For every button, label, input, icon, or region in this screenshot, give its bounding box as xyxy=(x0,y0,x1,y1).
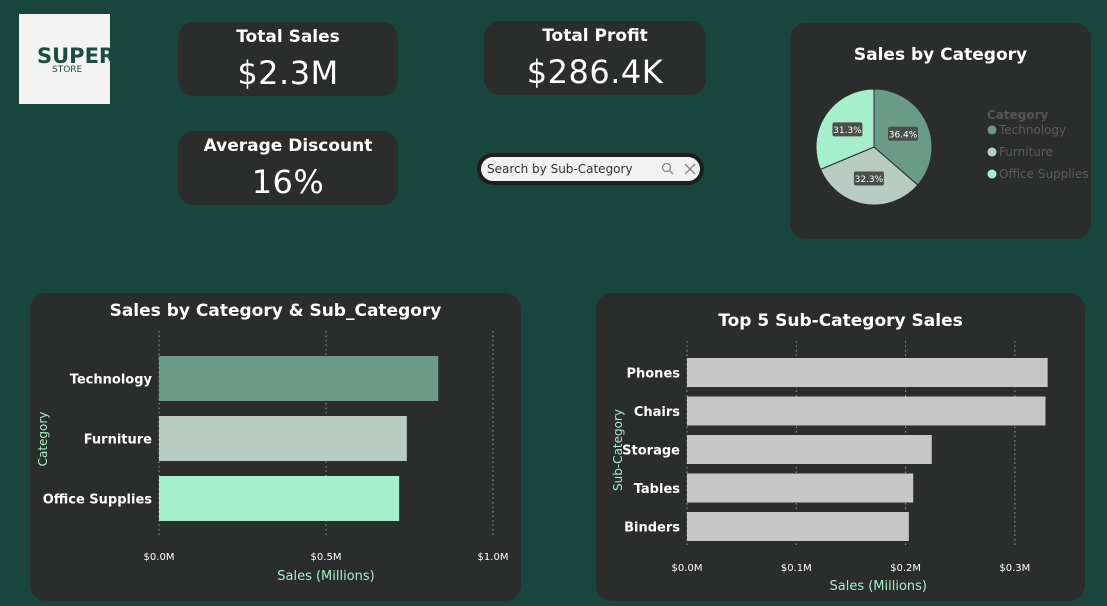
legend-label-office-supplies[interactable]: Office Supplies xyxy=(999,167,1089,181)
superstore-logo: SUPER STORE xyxy=(19,14,115,104)
legend-marker-office-supplies xyxy=(987,169,997,179)
pie-data-label-technology: 36.4% xyxy=(889,130,918,140)
bar-chairs[interactable] xyxy=(687,396,1046,426)
bar-binders[interactable] xyxy=(687,512,909,541)
category-bar-chart: $0.0M $0.5M $1.0M Technology Furniture Office… xyxy=(36,331,509,584)
average-discount-card: Average Discount 16% xyxy=(178,131,398,205)
x-tick-label: $0.3M xyxy=(999,563,1030,574)
x-tick-label: $1.0M xyxy=(478,552,509,563)
total-profit-label: Total Profit xyxy=(542,26,648,46)
legend-marker-furniture xyxy=(987,147,997,157)
x-tick-label: $0.2M xyxy=(890,563,921,574)
category-label-furniture: Furniture xyxy=(84,433,152,448)
x-axis-title: Sales (Millions) xyxy=(277,569,375,584)
sales-by-category-card: Sales by Category 36.4% 32.3% 31.3% Catego… xyxy=(790,23,1091,239)
pie-legend-title: Category xyxy=(987,108,1049,122)
logo-graphic: SUPER STORE xyxy=(37,44,115,75)
category-label-storage: Storage xyxy=(622,444,680,459)
pie-data-label-office-supplies: 31.3% xyxy=(833,126,862,136)
legend-marker-technology xyxy=(987,125,997,135)
category-label-chairs: Chairs xyxy=(634,405,680,420)
average-discount-label: Average Discount xyxy=(203,136,373,156)
category-sales-card: Sales by Category & Sub_Category $0.0M $0… xyxy=(30,293,521,601)
pie-data-label-furniture: 32.3% xyxy=(855,175,884,185)
bar-office-supplies[interactable] xyxy=(159,476,400,521)
bar-storage[interactable] xyxy=(687,435,932,464)
category-label-binders: Binders xyxy=(624,521,680,536)
category-label-office-supplies: Office Supplies xyxy=(43,493,153,508)
x-axis-title: Sales (Millions) xyxy=(829,579,927,594)
x-tick-label: $0.0M xyxy=(672,563,703,574)
total-profit-card: Total Profit $286.4K xyxy=(484,21,706,95)
total-sales-card: Total Sales $2.3M xyxy=(178,22,398,96)
pie-chart: 36.4% 32.3% 31.3% Category Technology Furni… xyxy=(815,88,1089,206)
total-sales-value: $2.3M xyxy=(237,54,339,92)
x-tick-label: $0.1M xyxy=(781,563,812,574)
category-label-phones: Phones xyxy=(626,367,680,382)
search-box xyxy=(481,157,700,181)
bar-technology[interactable] xyxy=(159,356,439,401)
search-icon[interactable] xyxy=(661,162,675,176)
y-axis-title: Sub-Category xyxy=(611,409,625,491)
top5-bar-chart: $0.0M $0.1M $0.2M $0.3M Phones Chairs Storage T… xyxy=(611,341,1048,594)
bar-furniture[interactable] xyxy=(159,416,407,461)
search-input[interactable] xyxy=(487,160,652,178)
top5-subcategory-card: Top 5 Sub-Category Sales $0.0M $0.1M $0.2M… xyxy=(596,293,1085,601)
bar-tables[interactable] xyxy=(687,473,914,503)
sub-category-search xyxy=(477,153,704,185)
legend-label-furniture[interactable]: Furniture xyxy=(999,145,1053,159)
bar-phones[interactable] xyxy=(687,358,1048,387)
average-discount-value: 16% xyxy=(251,163,325,201)
y-axis-title: Category xyxy=(36,412,50,467)
clear-icon[interactable] xyxy=(683,162,697,176)
logo-text-store: STORE xyxy=(52,65,83,75)
total-sales-label: Total Sales xyxy=(236,27,340,47)
category-label-tables: Tables xyxy=(634,482,681,497)
category-label-technology: Technology xyxy=(70,373,153,388)
legend-label-technology[interactable]: Technology xyxy=(998,123,1066,137)
x-tick-label: $0.0M xyxy=(144,552,175,563)
total-profit-value: $286.4K xyxy=(526,53,664,91)
x-tick-label: $0.5M xyxy=(311,552,342,563)
